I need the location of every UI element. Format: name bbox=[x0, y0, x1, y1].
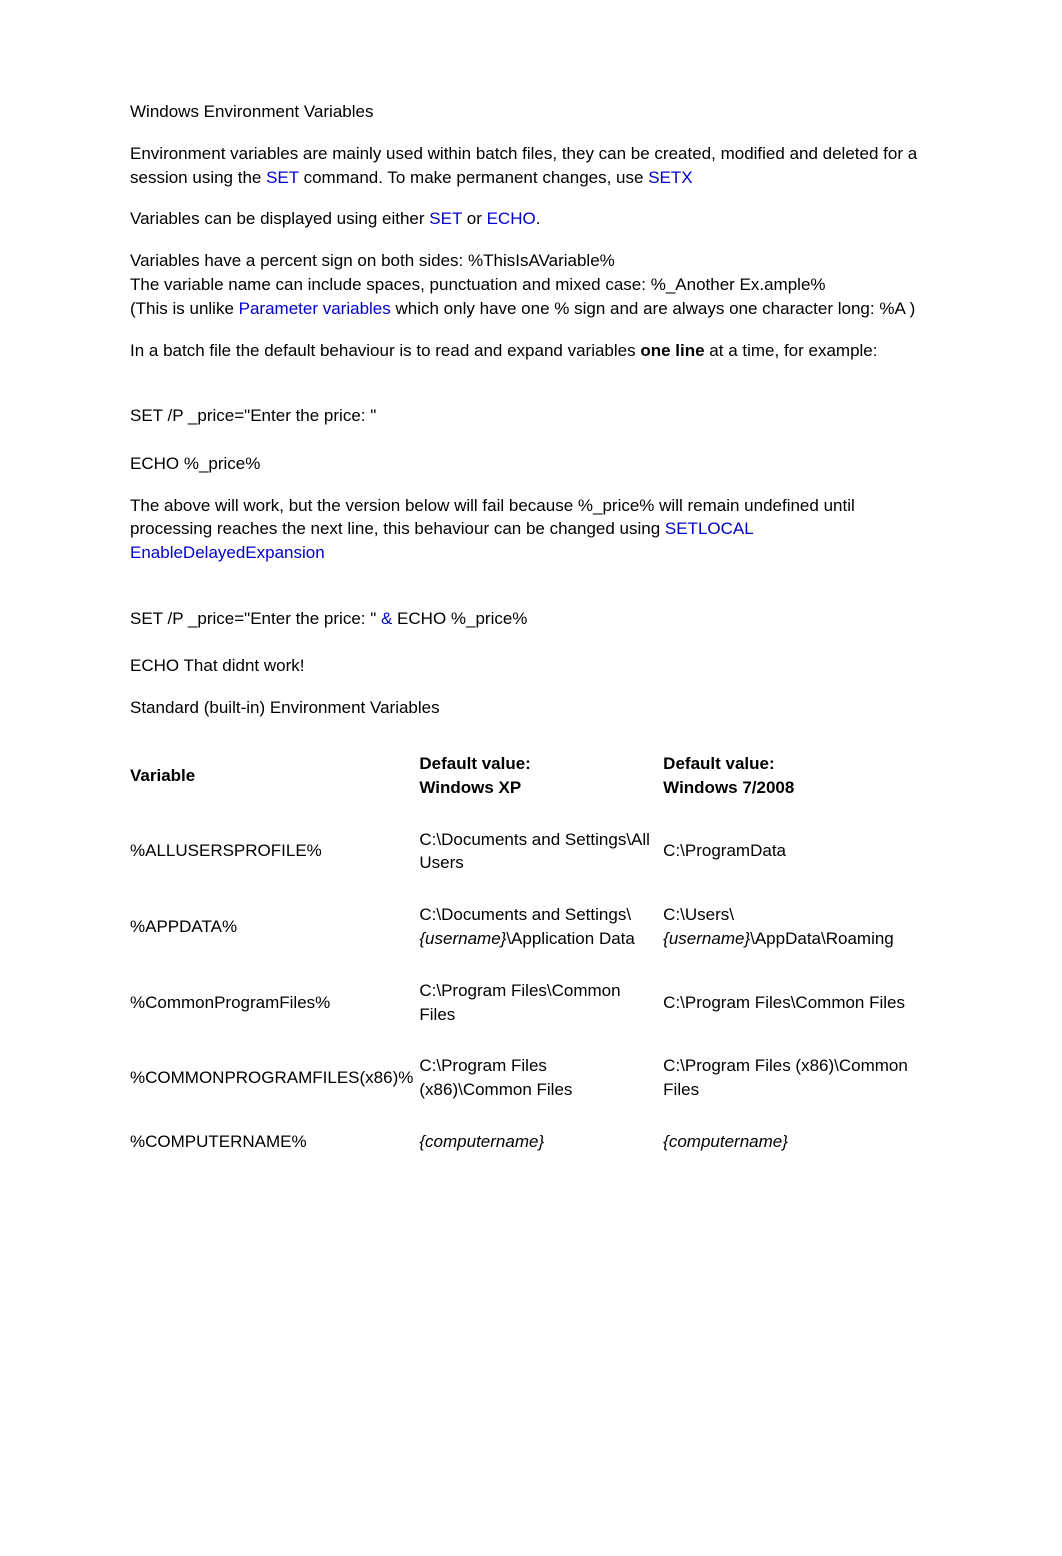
table-row: %ALLUSERSPROFILE% C:\Documents and Setti… bbox=[130, 814, 932, 890]
computername-placeholder: {computername} bbox=[419, 1132, 544, 1151]
code-line: ECHO That didnt work! bbox=[130, 656, 304, 675]
echo-link[interactable]: ECHO bbox=[487, 209, 536, 228]
parameter-variables-link[interactable]: Parameter variables bbox=[239, 299, 391, 318]
header-default-xp: Default value: Windows XP bbox=[419, 738, 663, 814]
text: (This is unlike bbox=[130, 299, 239, 318]
text: Default value: bbox=[663, 754, 774, 773]
fail-explanation-paragraph: The above will work, but the version bel… bbox=[130, 494, 932, 565]
text: . bbox=[536, 209, 541, 228]
text: \AppData\Roaming bbox=[750, 929, 894, 948]
setx-link[interactable]: SETX bbox=[648, 168, 692, 187]
section-heading: Standard (built-in) Environment Variable… bbox=[130, 696, 932, 720]
cell-variable: %ALLUSERSPROFILE% bbox=[130, 814, 419, 890]
cell-7: {computername} bbox=[663, 1116, 932, 1168]
code-line: SET /P _price="Enter the price: " bbox=[130, 406, 376, 425]
text: at a time, for example: bbox=[705, 341, 878, 360]
text: command. To make permanent changes, use bbox=[299, 168, 648, 187]
cell-variable: %COMMONPROGRAMFILES(x86)% bbox=[130, 1040, 419, 1116]
computername-placeholder: {computername} bbox=[663, 1132, 788, 1151]
env-vars-table: Variable Default value: Windows XP Defau… bbox=[130, 738, 932, 1168]
text: \Application Data bbox=[506, 929, 635, 948]
table-row: %COMMONPROGRAMFILES(x86)% C:\Program Fil… bbox=[130, 1040, 932, 1116]
text: C:\Documents and Settings\ bbox=[419, 905, 631, 924]
ampersand-link[interactable]: & bbox=[381, 609, 392, 628]
table-header-row: Variable Default value: Windows XP Defau… bbox=[130, 738, 932, 814]
code-line: ECHO %_price% bbox=[130, 454, 260, 473]
variable-naming-paragraph: Variables have a percent sign on both si… bbox=[130, 249, 932, 320]
cell-xp: C:\Documents and Settings\All Users bbox=[419, 814, 663, 890]
code-line: ECHO %_price% bbox=[392, 609, 527, 628]
cell-7: C:\Program Files (x86)\Common Files bbox=[663, 1040, 932, 1116]
cell-xp: C:\Documents and Settings\ {username}\App… bbox=[419, 889, 663, 965]
cell-7: C:\ProgramData bbox=[663, 814, 932, 890]
text: Windows XP bbox=[419, 778, 521, 797]
header-variable: Variable bbox=[130, 738, 419, 814]
table-row: %CommonProgramFiles% C:\Program Files\Co… bbox=[130, 965, 932, 1041]
one-line-bold: one line bbox=[640, 341, 704, 360]
text: Default value: bbox=[419, 754, 530, 773]
cell-variable: %APPDATA% bbox=[130, 889, 419, 965]
page-title: Windows Environment Variables bbox=[130, 100, 932, 124]
username-placeholder: {username} bbox=[419, 929, 506, 948]
intro-paragraph-1: Environment variables are mainly used wi… bbox=[130, 142, 932, 190]
cell-7: C:\Program Files\Common Files bbox=[663, 965, 932, 1041]
code-example-1: SET /P _price="Enter the price: " ECHO %… bbox=[130, 380, 932, 475]
text: Variables have a percent sign on both si… bbox=[130, 251, 615, 270]
table-row: %APPDATA% C:\Documents and Settings\ {use… bbox=[130, 889, 932, 965]
code-example-2: SET /P _price="Enter the price: " & ECHO… bbox=[130, 583, 932, 678]
cell-variable: %COMPUTERNAME% bbox=[130, 1116, 419, 1168]
intro-paragraph-2: Variables can be displayed using either … bbox=[130, 207, 932, 231]
username-placeholder: {username} bbox=[663, 929, 750, 948]
set-link[interactable]: SET bbox=[266, 168, 299, 187]
cell-xp: C:\Program Files\Common Files bbox=[419, 965, 663, 1041]
batch-behaviour-paragraph: In a batch file the default behaviour is… bbox=[130, 339, 932, 363]
header-default-7: Default value: Windows 7/2008 bbox=[663, 738, 932, 814]
text: which only have one % sign and are alway… bbox=[391, 299, 915, 318]
set-link-2[interactable]: SET bbox=[429, 209, 462, 228]
table-row: %COMPUTERNAME% {computername} {computern… bbox=[130, 1116, 932, 1168]
cell-xp: C:\Program Files (x86)\Common Files bbox=[419, 1040, 663, 1116]
cell-variable: %CommonProgramFiles% bbox=[130, 965, 419, 1041]
text: or bbox=[462, 209, 487, 228]
code-line: SET /P _price="Enter the price: " bbox=[130, 609, 381, 628]
text: The variable name can include spaces, pu… bbox=[130, 275, 826, 294]
text: Variables can be displayed using either bbox=[130, 209, 429, 228]
text: In a batch file the default behaviour is… bbox=[130, 341, 640, 360]
cell-xp: {computername} bbox=[419, 1116, 663, 1168]
cell-7: C:\Users\ {username}\AppData\Roaming bbox=[663, 889, 932, 965]
text: Windows 7/2008 bbox=[663, 778, 794, 797]
text: C:\Users\ bbox=[663, 905, 734, 924]
